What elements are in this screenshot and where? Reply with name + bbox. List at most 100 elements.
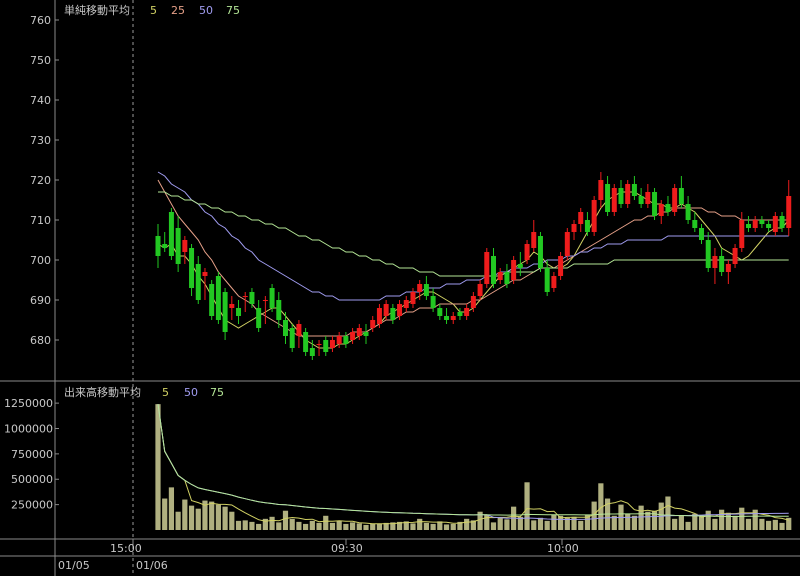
candle-body xyxy=(236,308,242,316)
volume-bar xyxy=(524,482,530,530)
candle-body xyxy=(450,316,456,320)
volume-bar xyxy=(303,523,309,530)
candle-body xyxy=(591,200,597,232)
candle-body xyxy=(202,272,208,276)
candle xyxy=(215,272,221,324)
volume-bar xyxy=(725,512,731,530)
candle-body xyxy=(383,304,389,316)
candle-body xyxy=(719,256,725,272)
candle-body xyxy=(182,240,188,252)
candle-body xyxy=(524,244,530,260)
price-ma-label-50: 50 xyxy=(199,4,213,17)
candle-body xyxy=(464,308,470,316)
x-tick-label-0930: 09:30 xyxy=(331,542,363,555)
candle-body xyxy=(262,300,268,301)
candle-body xyxy=(712,256,718,268)
candle-body xyxy=(551,276,557,288)
volume-bar xyxy=(296,521,302,530)
candle-body xyxy=(316,344,322,345)
candle-body xyxy=(249,292,255,304)
candle-body xyxy=(672,188,678,212)
candle-body xyxy=(491,256,496,284)
candle-body xyxy=(665,204,671,212)
candle xyxy=(484,248,490,288)
volume-bar xyxy=(490,522,497,530)
candle-body xyxy=(222,292,228,332)
candle-body xyxy=(296,324,302,336)
candle-body xyxy=(705,240,711,268)
candle-body xyxy=(611,188,617,212)
volume-bar xyxy=(363,524,369,530)
candle-body xyxy=(229,304,235,308)
candle-body xyxy=(168,212,174,256)
date-label-0106: 01/06 xyxy=(136,559,168,572)
candle-body xyxy=(323,340,329,352)
volume-bar xyxy=(504,519,510,530)
candle-body xyxy=(517,264,523,268)
price-y-tick-label: 690 xyxy=(30,294,51,307)
volume-bar xyxy=(759,518,765,530)
candle xyxy=(564,228,570,260)
volume-bar xyxy=(779,522,785,530)
volume-ma-label-5: 5 xyxy=(162,386,169,399)
volume-bar xyxy=(289,518,295,530)
volume-bar xyxy=(537,517,544,530)
volume-bar xyxy=(497,517,503,530)
candle-body xyxy=(444,316,450,320)
volume-bar xyxy=(323,515,329,530)
volume-bar xyxy=(423,522,429,530)
price-y-tick-label: 760 xyxy=(30,14,51,27)
price-ma-label-5: 5 xyxy=(150,4,157,17)
candle xyxy=(611,184,617,216)
volume-bar xyxy=(450,523,456,530)
volume-bar xyxy=(698,515,705,530)
x-tick-label-1000: 10:00 xyxy=(547,542,579,555)
price-y-tick-label: 680 xyxy=(30,334,51,347)
candle-body xyxy=(303,332,309,352)
volume-bar xyxy=(719,509,725,530)
volume-bar xyxy=(309,520,315,530)
volume-bar xyxy=(732,515,738,530)
volume-bar xyxy=(685,521,691,530)
candle-body xyxy=(605,184,611,212)
candle-body xyxy=(725,264,731,272)
candle-body xyxy=(309,348,315,356)
candle xyxy=(591,196,597,236)
volume-bar xyxy=(591,501,597,530)
price-ma-label-25: 25 xyxy=(171,4,185,17)
candle-body xyxy=(189,248,195,288)
candle-body xyxy=(779,216,785,228)
volume-bar xyxy=(175,511,181,530)
candle-body xyxy=(631,184,637,196)
candle-body xyxy=(329,340,335,348)
candle-body xyxy=(289,328,295,348)
chart-background xyxy=(0,0,800,576)
volume-bar xyxy=(739,507,745,530)
volume-bar xyxy=(195,508,201,530)
candle-body xyxy=(269,288,275,308)
candle-body xyxy=(417,284,423,292)
candle-body xyxy=(732,248,738,264)
candle-body xyxy=(685,204,691,220)
volume-bar xyxy=(276,522,282,530)
volume-bar xyxy=(168,487,175,530)
price-y-tick-label: 750 xyxy=(30,54,51,67)
candle xyxy=(289,324,295,352)
candle-body xyxy=(162,244,168,248)
volume-bar xyxy=(370,523,376,530)
volume-bar xyxy=(256,523,262,530)
volume-bar xyxy=(215,504,221,530)
volume-bar xyxy=(672,518,678,530)
price-ma-label-75: 75 xyxy=(226,4,240,17)
candle-body xyxy=(786,196,792,228)
candle-body xyxy=(511,260,517,280)
candle-body xyxy=(699,228,705,240)
candle-body xyxy=(430,296,436,308)
candle xyxy=(672,184,678,216)
candle-body xyxy=(336,336,342,344)
volume-bar xyxy=(282,510,289,530)
candle-body xyxy=(363,332,369,336)
volume-bar xyxy=(269,516,275,530)
volume-bar xyxy=(417,518,423,530)
candle-body xyxy=(564,232,570,256)
